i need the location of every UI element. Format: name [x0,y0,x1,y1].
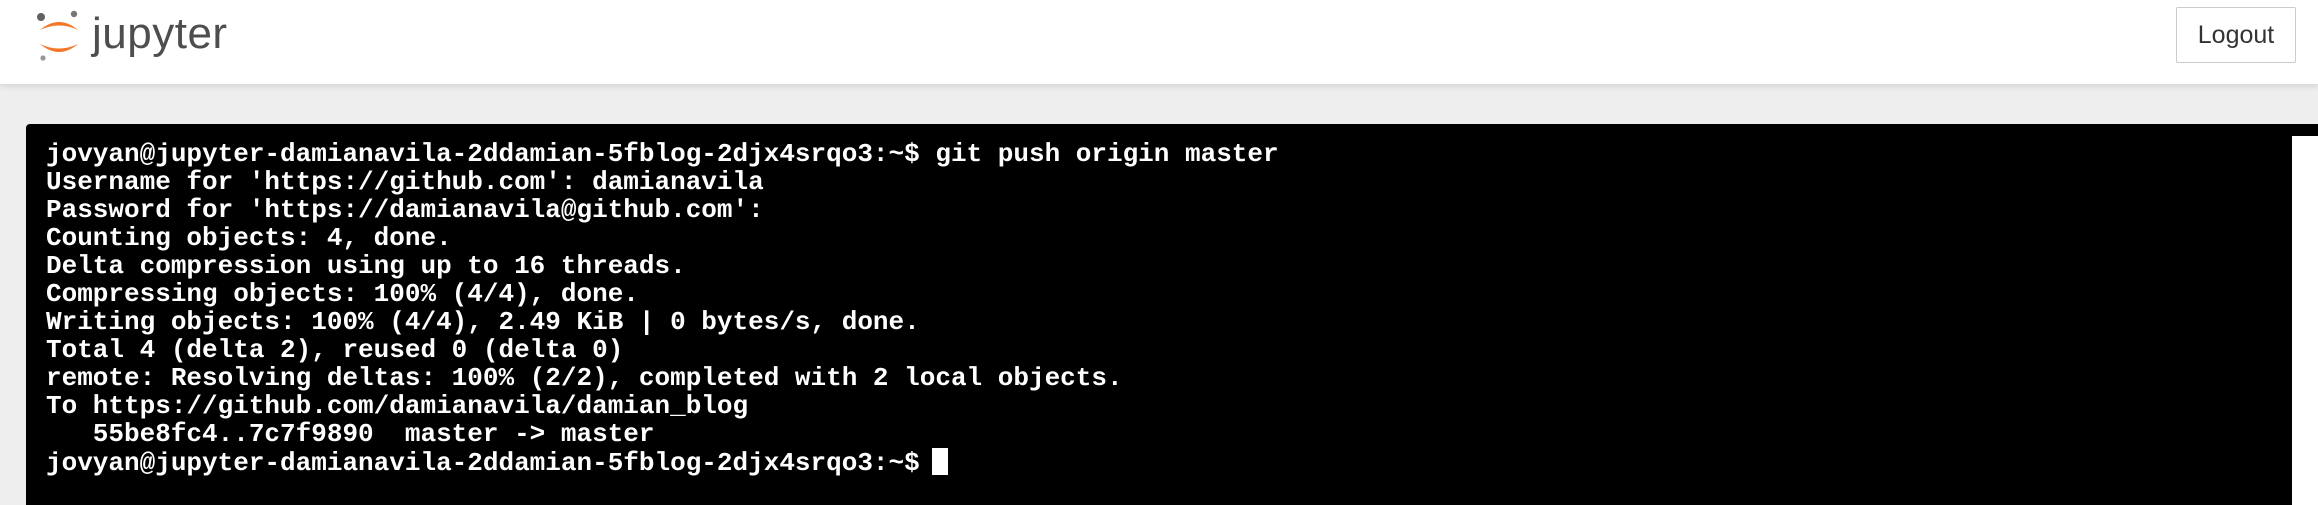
terminal-scrollbar[interactable] [2292,136,2318,505]
terminal-prompt-line[interactable]: jovyan@jupyter-damianavila-2ddamian-5fbl… [46,448,1279,478]
terminal-line: Counting objects: 4, done. [46,223,452,253]
terminal-line: Total 4 (delta 2), reused 0 (delta 0) [46,335,624,365]
jupyter-logo[interactable]: jupyter [34,8,274,64]
top-header: jupyter Logout [0,0,2318,84]
terminal-output: jovyan@jupyter-damianavila-2ddamian-5fbl… [46,139,1279,478]
terminal-line: Writing objects: 100% (4/4), 2.49 KiB | … [46,307,920,337]
terminal-line: jovyan@jupyter-damianavila-2ddamian-5fbl… [46,139,1279,169]
jupyter-logo-text: jupyter [92,9,228,58]
terminal-cursor [931,448,948,475]
terminal-prompt: jovyan@jupyter-damianavila-2ddamian-5fbl… [46,448,920,478]
terminal-line: Compressing objects: 100% (4/4), done. [46,279,639,309]
terminal-scrollbar-thumb[interactable] [2292,136,2318,505]
terminal-line: To https://github.com/damianavila/damian… [46,391,749,421]
jupyter-logo-icon [37,10,78,61]
terminal-window[interactable]: jovyan@jupyter-damianavila-2ddamian-5fbl… [26,124,2318,505]
terminal-line: Password for 'https://damianavila@github… [46,195,764,225]
terminal-line: 55be8fc4..7c7f9890 master -> master [46,419,655,449]
logout-button[interactable]: Logout [2176,7,2296,63]
terminal-line: Delta compression using up to 16 threads… [46,251,686,281]
terminal-line: Username for 'https://github.com': damia… [46,167,764,197]
terminal-line: remote: Resolving deltas: 100% (2/2), co… [46,363,1123,393]
